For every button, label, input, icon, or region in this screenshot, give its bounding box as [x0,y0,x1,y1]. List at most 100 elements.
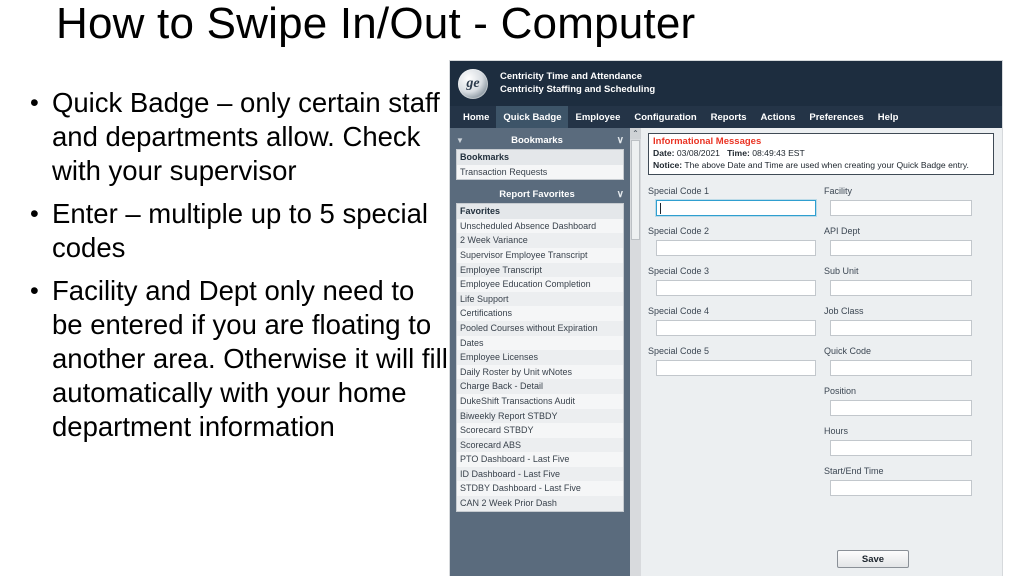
nav-item-configuration[interactable]: Configuration [627,106,703,128]
brand-line-1: Centricity Time and Attendance [500,71,643,82]
field-input[interactable] [830,280,972,296]
list-item[interactable]: Certifications [457,306,623,321]
assignment-field-4: Job Class [824,305,984,336]
bullet-marker-icon: • [30,277,39,305]
list-item[interactable]: Employee Licenses [457,350,623,365]
sidebar-scrollbar[interactable]: ⌃ [630,128,641,576]
info-notice-line: Notice: The above Date and Time are used… [653,160,989,172]
field-input[interactable] [830,440,972,456]
list-item[interactable]: Biweekly Report STBDY [457,408,623,424]
field-label: Hours [824,426,849,436]
field-input[interactable] [656,240,816,256]
report-favorites-panel-title: Report Favorites [499,189,575,201]
nav-item-home[interactable]: Home [456,106,496,128]
notice-value: The above Date and Time are used when cr… [684,159,969,170]
assignment-field-5: Quick Code [824,345,984,376]
save-button[interactable]: Save [837,550,909,568]
field-input[interactable] [830,480,972,496]
field-input[interactable] [656,200,816,216]
info-date-time-line: Date: 03/08/2021 Time: 08:49:43 EST [653,148,989,160]
list-item[interactable]: Life Support [457,291,623,307]
nav-item-preferences[interactable]: Preferences [802,106,870,128]
list-item[interactable]: Dates [457,336,623,351]
list-item[interactable]: Transaction Requests [457,165,623,180]
page-title: How to Swipe In/Out - Computer [56,0,696,48]
field-label: Special Code 2 [648,226,710,236]
bullet-text: Quick Badge – only certain staff and dep… [52,87,440,186]
list-item[interactable]: Bookmarks [457,150,623,165]
list-item[interactable]: Unscheduled Absence Dashboard [457,219,623,234]
brand-line-2: Centricity Staffing and Scheduling [500,83,656,95]
brand-bar: Centricity Time and Attendance Centricit… [450,61,1002,106]
quick-badge-form: Informational Messages Date: 03/08/2021 … [641,128,1002,576]
field-input[interactable] [656,280,816,296]
field-input[interactable] [830,400,972,416]
app-body: ▼ Bookmarks ∨ Bookmarks Transaction Requ… [450,128,1002,576]
field-label: Special Code 3 [648,266,710,276]
date-value: 03/08/2021 [676,148,720,158]
sidebar: ▼ Bookmarks ∨ Bookmarks Transaction Requ… [450,128,630,576]
bookmarks-panel: ▼ Bookmarks ∨ Bookmarks Transaction Requ… [456,132,624,181]
time-label: Time: [727,148,750,158]
bookmarks-panel-title: Bookmarks [511,135,563,146]
list-item[interactable]: Pooled Courses without Expiration [457,320,623,336]
list-item[interactable]: STDBY Dashboard - Last Five [457,481,623,496]
scroll-up-arrow-icon[interactable]: ⌃ [630,128,641,139]
bookmarks-panel-header[interactable]: ▼ Bookmarks ∨ [456,132,624,149]
nav-item-actions[interactable]: Actions [754,106,803,128]
nav-item-help[interactable]: Help [871,106,906,128]
nav-item-reports[interactable]: Reports [704,106,754,128]
assignment-column: Facility API Dept Sub Unit Job Class Quick C… [824,185,984,505]
main-navigation: Home Quick Badge Employee Configuration … [450,106,1002,128]
chevron-down-icon[interactable]: ∨ [610,189,624,200]
list-item[interactable]: Scorecard STBDY [457,423,623,438]
field-label: Job Class [824,306,864,316]
bullet-marker-icon: • [30,89,39,117]
field-label: Quick Code [824,346,872,356]
field-input[interactable] [830,320,972,336]
special-code-field-2: Special Code 2 [648,225,816,256]
field-input[interactable] [656,360,816,376]
field-input[interactable] [656,320,816,336]
field-input[interactable] [830,240,972,256]
assignment-field-6: Position [824,385,984,416]
field-input[interactable] [830,200,972,216]
form-fields: Special Code 1 Special Code 2 Special Code… [648,185,994,505]
time-value: 08:49:43 EST [752,148,805,158]
report-favorites-panel-header[interactable]: Report Favorites ∨ [456,186,624,203]
brand-titles: Centricity Time and Attendance Centricit… [500,71,655,96]
scrollbar-thumb[interactable] [631,140,640,240]
bookmarks-list: Bookmarks Transaction Requests [456,149,624,181]
list-item[interactable]: Employee Education Completion [457,277,623,292]
field-label: Position [824,386,857,396]
list-item[interactable]: DukeShift Transactions Audit [457,394,623,409]
list-item[interactable]: CAN 2 Week Prior Dash [457,496,623,511]
field-label: Sub Unit [824,266,859,276]
list-item[interactable]: ID Dashboard - Last Five [457,466,623,482]
special-codes-column: Special Code 1 Special Code 2 Special Code… [648,185,824,505]
informational-messages-box: Informational Messages Date: 03/08/2021 … [648,133,994,175]
field-label: Facility [824,186,853,196]
list-item[interactable]: Favorites [457,204,623,219]
assignment-field-3: Sub Unit [824,265,984,296]
informational-messages-title: Informational Messages [653,136,762,147]
bullet-item: • Enter – multiple up to 5 special codes [30,197,450,265]
bullet-item: • Facility and Dept only need to be ente… [30,274,450,444]
field-label: Special Code 5 [648,346,710,356]
field-label: Special Code 1 [648,186,710,196]
triangle-down-icon[interactable]: ▼ [456,136,470,145]
list-item[interactable]: Supervisor Employee Transcript [457,248,623,263]
list-item[interactable]: Employee Transcript [457,262,623,278]
special-code-field-3: Special Code 3 [648,265,816,296]
field-label: API Dept [824,226,861,236]
field-input[interactable] [830,360,972,376]
list-item[interactable]: Daily Roster by Unit wNotes [457,365,623,380]
nav-item-quick-badge[interactable]: Quick Badge [496,106,569,128]
nav-item-employee[interactable]: Employee [568,106,627,128]
chevron-down-icon[interactable]: ∨ [610,135,624,146]
list-item[interactable]: PTO Dashboard - Last Five [457,452,623,467]
list-item[interactable]: Charge Back - Detail [457,379,623,394]
ge-logo-icon [458,68,488,99]
list-item[interactable]: Scorecard ABS [457,437,623,453]
list-item[interactable]: 2 Week Variance [457,233,623,248]
